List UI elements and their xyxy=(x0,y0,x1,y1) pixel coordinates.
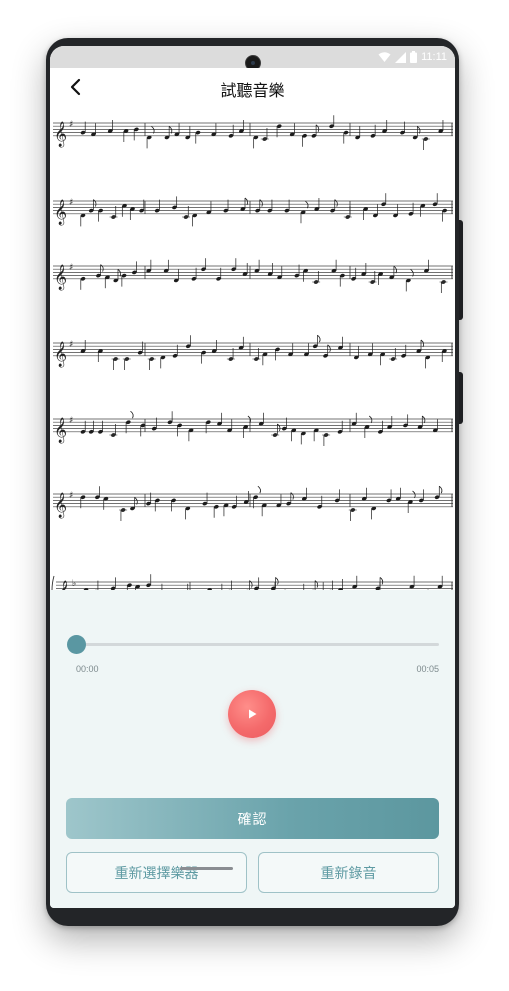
status-time: 11:11 xyxy=(421,51,447,63)
svg-text:♯: ♯ xyxy=(69,416,73,426)
battery-icon xyxy=(410,51,418,63)
svg-text:𝄞: 𝄞 xyxy=(54,492,67,518)
play-icon xyxy=(249,709,257,719)
page-title: 試聽音樂 xyxy=(220,81,285,100)
total-time: 00:05 xyxy=(416,664,439,674)
music-staff: 𝄞 ♯ xyxy=(53,193,453,227)
home-indicator xyxy=(180,867,233,870)
svg-text:♭: ♭ xyxy=(72,579,76,589)
music-staff: 𝄞 ♯ xyxy=(53,485,453,521)
svg-text:𝄞: 𝄞 xyxy=(54,341,67,367)
player-panel: 00:00 00:05 確認 重新選擇樂器 重新錄音 xyxy=(50,590,455,908)
music-staff: 𝄞 ♯ xyxy=(53,115,453,150)
music-staff: 𝄞 ♯ xyxy=(53,334,453,370)
music-staff: 𝄞 ♯ xyxy=(53,258,453,293)
signal-icon xyxy=(395,51,407,63)
play-button[interactable] xyxy=(228,690,276,738)
music-staff: 𝄞♭ xyxy=(51,574,453,590)
power-button xyxy=(459,220,463,320)
sheet-music-image: 𝄞♯𝄞♯𝄞♯𝄞♯𝄞♯𝄞♯𝄞♭ xyxy=(51,115,453,590)
app-screen: 11:11 試聽音樂 𝄞♯𝄞♯𝄞♯𝄞♯𝄞♯𝄞♯𝄞♭ 00:00 00:05 確認… xyxy=(50,46,455,908)
svg-text:♯: ♯ xyxy=(69,491,73,501)
svg-text:𝄞: 𝄞 xyxy=(54,417,67,443)
svg-text:♯: ♯ xyxy=(69,263,73,273)
sheet-music-preview: 𝄞♯𝄞♯𝄞♯𝄞♯𝄞♯𝄞♯𝄞♭ xyxy=(50,106,455,590)
wifi-icon xyxy=(378,51,391,62)
volume-button xyxy=(459,372,463,424)
svg-text:𝄞: 𝄞 xyxy=(54,264,67,290)
svg-text:♯: ♯ xyxy=(69,198,73,208)
svg-text:𝄞: 𝄞 xyxy=(57,580,70,590)
reselect-instrument-button[interactable]: 重新選擇樂器 xyxy=(66,852,247,893)
rerecord-button[interactable]: 重新錄音 xyxy=(258,852,439,893)
svg-text:𝄞: 𝄞 xyxy=(54,121,67,147)
app-header: 試聽音樂 xyxy=(50,68,455,106)
confirm-button[interactable]: 確認 xyxy=(66,798,439,839)
svg-text:𝄞: 𝄞 xyxy=(54,199,67,225)
music-staff: 𝄞 ♯ xyxy=(53,410,453,446)
progress-slider[interactable] xyxy=(76,643,439,646)
svg-text:♯: ♯ xyxy=(69,340,73,350)
svg-text:♯: ♯ xyxy=(69,120,73,130)
current-time: 00:00 xyxy=(76,664,99,674)
progress-thumb[interactable] xyxy=(67,635,86,654)
